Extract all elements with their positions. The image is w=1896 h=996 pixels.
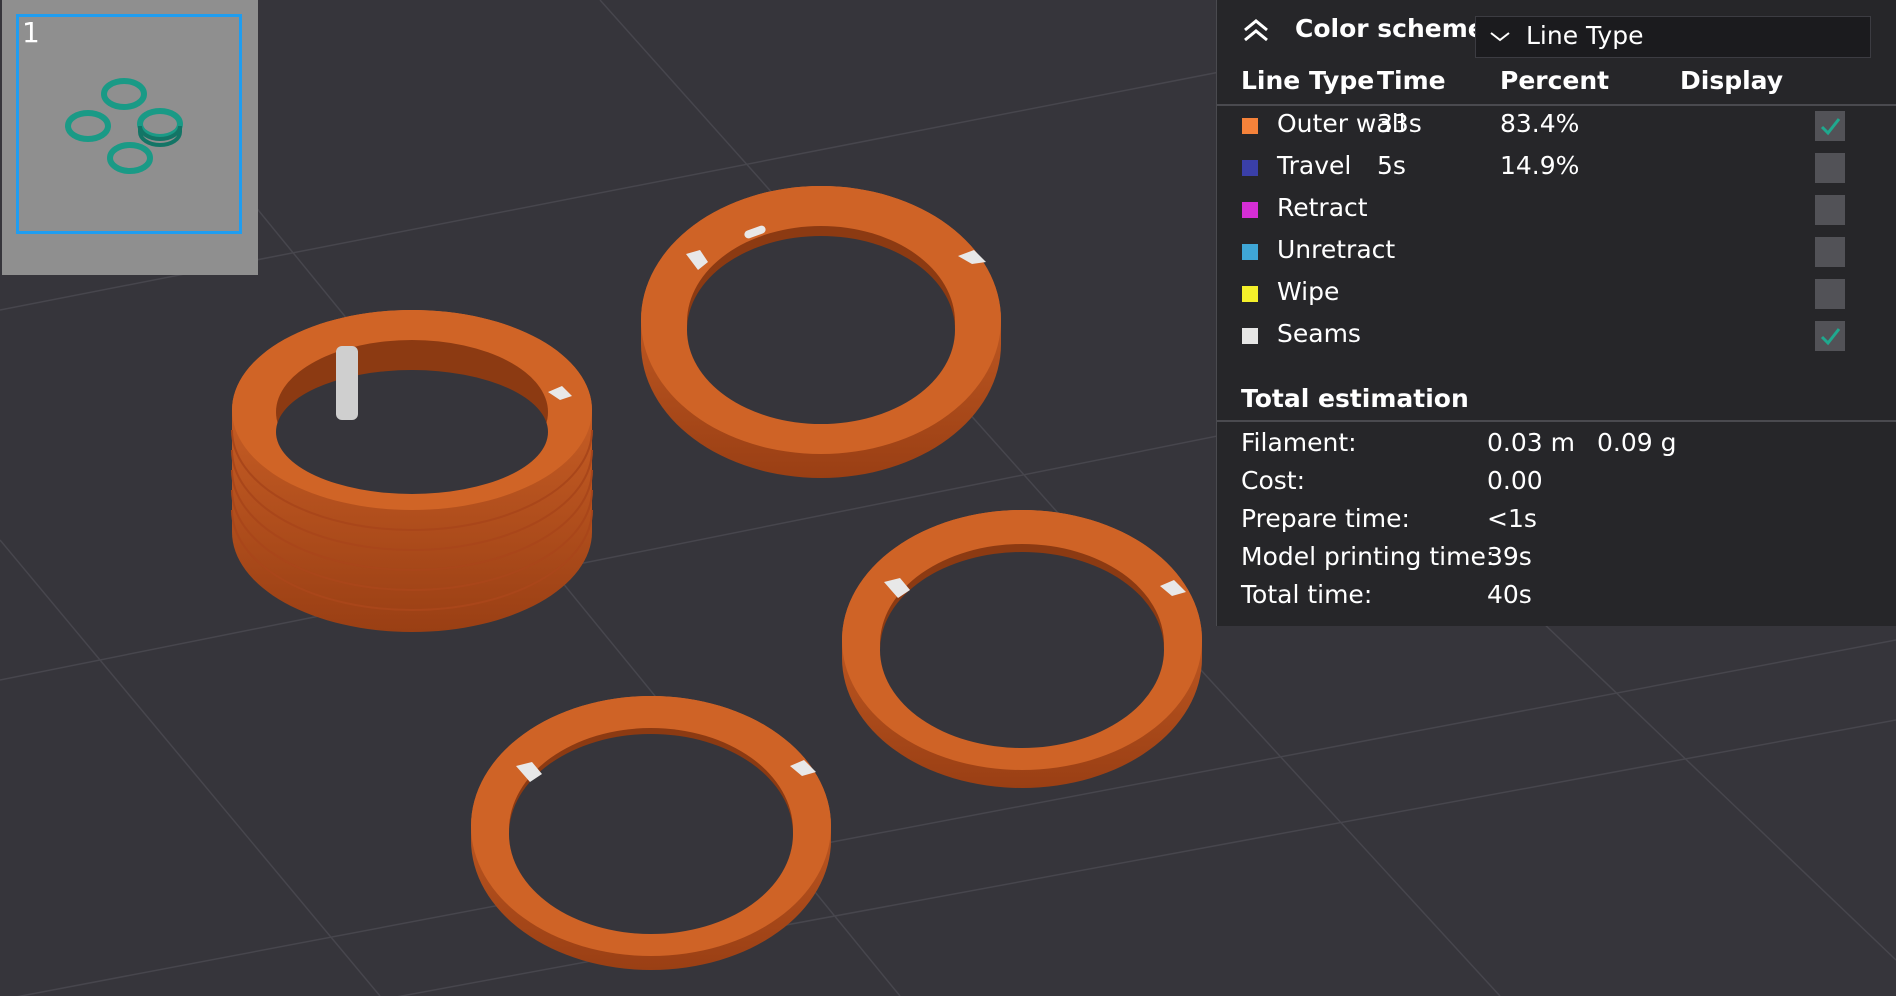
line-type-time: 5s	[1377, 151, 1406, 180]
cost-row: Cost: 0.00	[1217, 466, 1896, 502]
color-swatch	[1242, 160, 1258, 176]
line-type-percent: 83.4%	[1500, 109, 1580, 138]
plate-preview-icon	[65, 78, 183, 174]
filament-length: 0.03 m	[1487, 428, 1575, 457]
color-swatch	[1242, 328, 1258, 344]
plate-thumbnail[interactable]: 1	[2, 0, 258, 275]
ring-model-d[interactable]	[471, 696, 831, 970]
line-type-name: Retract	[1277, 193, 1368, 222]
line-type-row: Unretract	[1217, 232, 1896, 272]
prepare-time-label: Prepare time:	[1241, 504, 1410, 533]
cost-value: 0.00	[1487, 466, 1543, 495]
line-type-name: Travel	[1277, 151, 1352, 180]
filament-row: Filament: 0.03 m 0.09 g	[1217, 428, 1896, 464]
display-checkbox[interactable]	[1815, 153, 1845, 183]
display-checkbox[interactable]	[1815, 111, 1845, 141]
column-header-display: Display	[1680, 66, 1784, 95]
total-estimation-title: Total estimation	[1241, 384, 1469, 413]
line-type-percent: 14.9%	[1500, 151, 1580, 180]
total-divider	[1217, 420, 1896, 422]
model-printing-time-row: Model printing time: 39s	[1217, 542, 1896, 578]
model-printing-time-label: Model printing time:	[1241, 542, 1495, 571]
total-time-row: Total time: 40s	[1217, 580, 1896, 616]
color-swatch	[1242, 118, 1258, 134]
seam-marker	[336, 346, 358, 420]
ring-model-b[interactable]	[641, 186, 1001, 478]
column-header-time: Time	[1377, 66, 1446, 95]
color-swatch	[1242, 286, 1258, 302]
model-printing-time-value: 39s	[1487, 542, 1532, 571]
line-type-row: Wipe	[1217, 274, 1896, 314]
total-time-label: Total time:	[1241, 580, 1373, 609]
ring-model-c[interactable]	[842, 510, 1202, 788]
display-checkbox[interactable]	[1815, 195, 1845, 225]
chevron-down-icon	[1490, 32, 1510, 42]
color-swatch	[1242, 244, 1258, 260]
line-type-name: Seams	[1277, 319, 1361, 348]
color-scheme-label: Color scheme	[1295, 14, 1485, 43]
prepare-time-row: Prepare time: <1s	[1217, 504, 1896, 540]
color-swatch	[1242, 202, 1258, 218]
column-header-line-type: Line Type	[1241, 66, 1375, 95]
column-header-percent: Percent	[1500, 66, 1610, 95]
cost-label: Cost:	[1241, 466, 1306, 495]
color-scheme-selected: Line Type	[1526, 21, 1644, 50]
filament-weight: 0.09 g	[1597, 428, 1677, 457]
line-type-row: Outer wall 33s 83.4%	[1217, 106, 1896, 146]
display-checkbox[interactable]	[1815, 321, 1845, 351]
ring-model-a[interactable]	[231, 310, 593, 632]
line-type-name: Unretract	[1277, 235, 1396, 264]
filament-label: Filament:	[1241, 428, 1357, 457]
checkmark-icon	[1820, 118, 1841, 136]
line-type-row: Travel 5s 14.9%	[1217, 148, 1896, 188]
line-type-time: 33s	[1377, 109, 1422, 138]
color-scheme-header: Color scheme Line Type	[1217, 0, 1896, 60]
line-type-name: Wipe	[1277, 277, 1340, 306]
legend-panel: Color scheme Line Type Line Type Time Pe…	[1216, 0, 1896, 626]
checkmark-icon	[1820, 328, 1841, 346]
line-type-row: Retract	[1217, 190, 1896, 230]
color-scheme-dropdown[interactable]: Line Type	[1475, 16, 1871, 58]
line-type-row: Seams	[1217, 316, 1896, 356]
double-chevron-up-icon[interactable]	[1241, 18, 1271, 44]
display-checkbox[interactable]	[1815, 237, 1845, 267]
plate-number: 1	[22, 16, 40, 49]
display-checkbox[interactable]	[1815, 279, 1845, 309]
prepare-time-value: <1s	[1487, 504, 1537, 533]
total-time-value: 40s	[1487, 580, 1532, 609]
